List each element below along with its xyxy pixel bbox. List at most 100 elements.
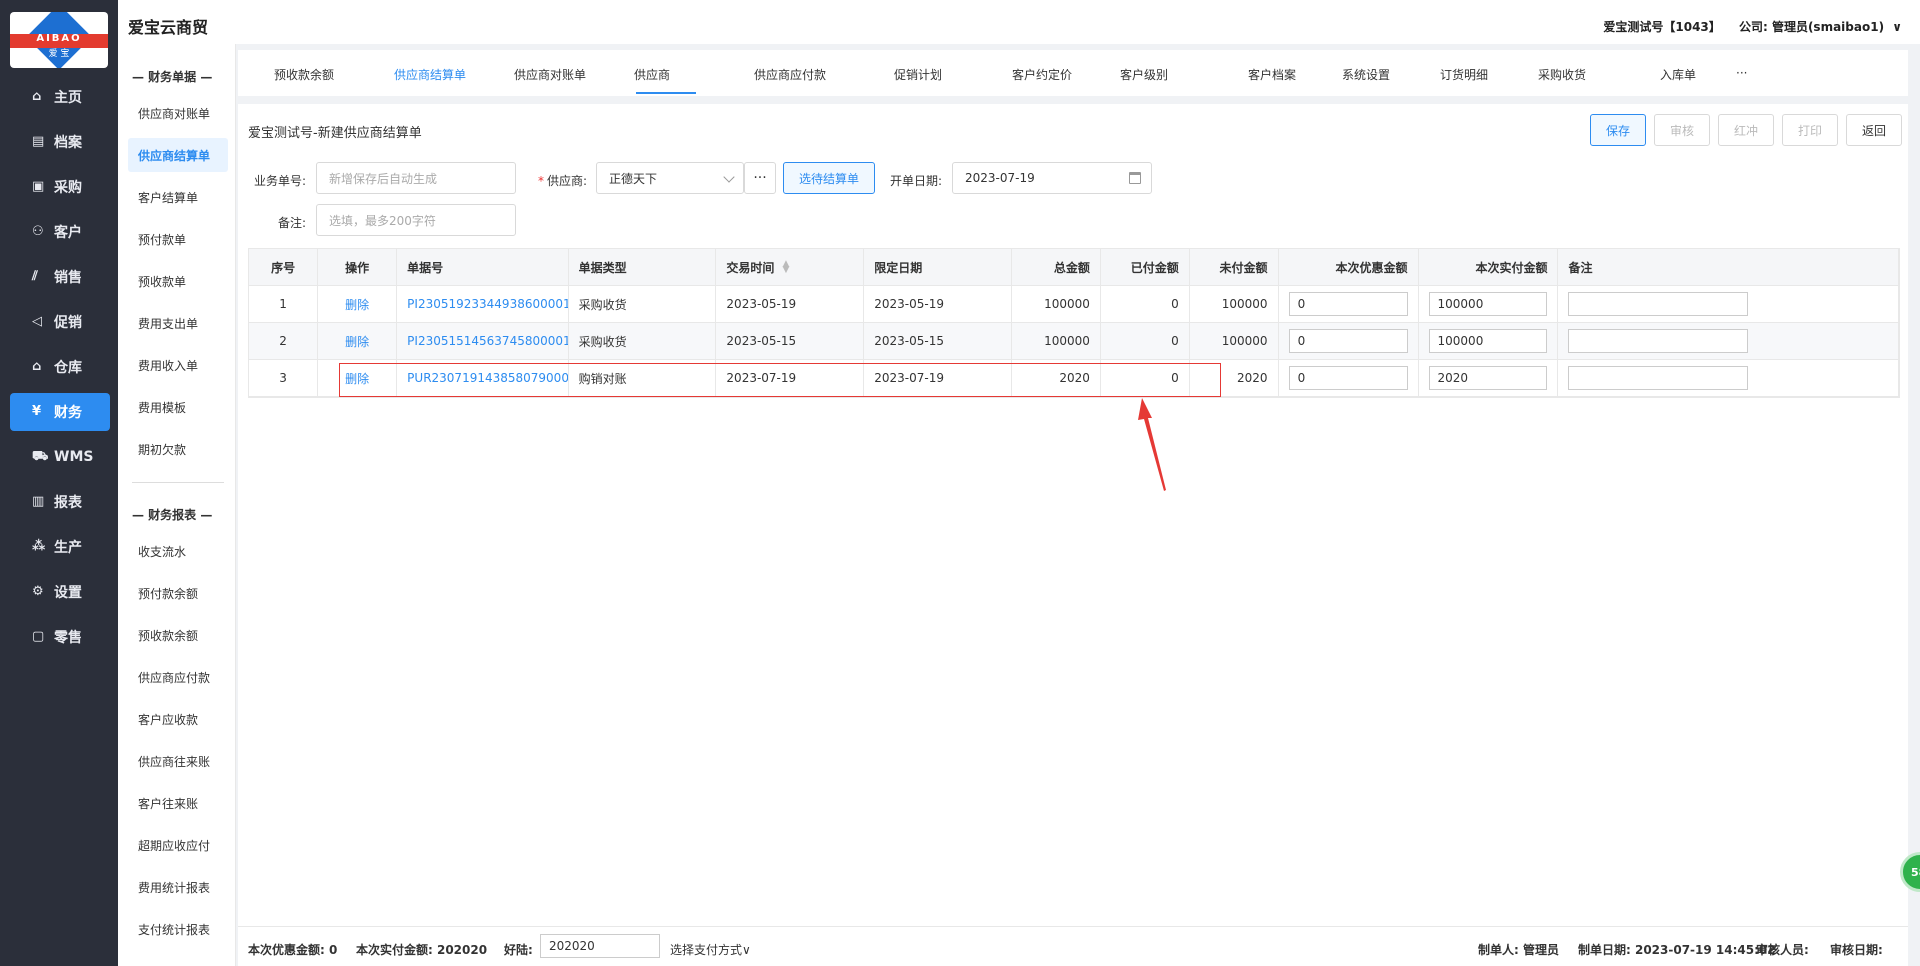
save-button[interactable]: 保存 bbox=[1590, 114, 1646, 146]
nav-item-5[interactable]: ◁ 促销 bbox=[10, 303, 110, 341]
nav-item-9[interactable]: ▥ 报表 bbox=[10, 483, 110, 521]
submenu-item-report-6[interactable]: 客户往来账 bbox=[128, 786, 228, 820]
column-header-label: 总金额 bbox=[1053, 260, 1090, 275]
submenu-item-doc-1[interactable]: 供应商结算单 bbox=[128, 138, 228, 172]
submenu-item-report-8[interactable]: 费用统计报表 bbox=[128, 870, 228, 904]
tab-12[interactable]: 入库单 bbox=[1660, 66, 1696, 83]
logo-text: AIBAO bbox=[36, 33, 82, 44]
tab-10[interactable]: 订货明细 bbox=[1440, 66, 1488, 83]
doc-no-field[interactable]: 新增保存后自动生成 bbox=[316, 162, 516, 194]
cell-text: 1 bbox=[279, 297, 287, 311]
table-cell-discount: 0 bbox=[1279, 286, 1419, 322]
remark-input[interactable] bbox=[1568, 366, 1749, 390]
discount-input[interactable]: 0 bbox=[1288, 329, 1408, 353]
select-pending-button[interactable]: 选待结算单 bbox=[783, 162, 875, 194]
table-cell-op: 删除 bbox=[318, 286, 398, 322]
nav-label: 仓库 bbox=[54, 360, 82, 376]
tab-4[interactable]: 供应商应付款 bbox=[754, 66, 826, 83]
pay-input[interactable]: 100000 bbox=[1428, 292, 1548, 316]
chevron-down-icon[interactable]: ∨ bbox=[1892, 20, 1902, 34]
table-cell-pay: 100000 bbox=[1419, 286, 1559, 322]
submenu-item-report-0[interactable]: 收支流水 bbox=[128, 534, 228, 568]
submenu-item-doc-5[interactable]: 费用支出单 bbox=[128, 306, 228, 340]
audit-button[interactable]: 审核 bbox=[1654, 114, 1710, 146]
supplier-more-button[interactable]: ··· bbox=[744, 162, 776, 194]
doc-link[interactable]: PUR23071914385807900002 bbox=[407, 371, 567, 385]
submenu-item-doc-7[interactable]: 费用模板 bbox=[128, 390, 228, 424]
pay-input[interactable]: 100000 bbox=[1428, 329, 1548, 353]
settlement-table: 序号 操作 单据号 单据类型 交易时间 ▲ ▼ 限定日期 总金额 已付金额 未付金额 本次优惠金额 本次… bbox=[248, 248, 1900, 398]
back-button[interactable]: 返回 bbox=[1846, 114, 1902, 146]
cell-text: 100000 bbox=[1044, 297, 1090, 311]
red-reverse-button[interactable]: 红冲 bbox=[1718, 114, 1774, 146]
doc-link[interactable]: PI23051923344938600001 bbox=[407, 297, 567, 311]
tab-7[interactable]: 客户级别 bbox=[1120, 66, 1168, 83]
discount-input[interactable]: 0 bbox=[1288, 292, 1408, 316]
print-button[interactable]: 打印 bbox=[1782, 114, 1838, 146]
nav-item-12[interactable]: ▢ 零售 bbox=[10, 618, 110, 656]
nav-item-6[interactable]: ⌂ 仓库 bbox=[10, 348, 110, 386]
delete-link[interactable]: 删除 bbox=[345, 370, 369, 387]
tab-3[interactable]: 供应商 bbox=[634, 66, 670, 83]
finance-icon: ¥ bbox=[32, 404, 42, 419]
submenu-item-report-3[interactable]: 供应商应付款 bbox=[128, 660, 228, 694]
supplier-select[interactable]: 正德天下 bbox=[596, 162, 744, 194]
nav-label: WMS bbox=[54, 449, 94, 465]
submenu-item-doc-2[interactable]: 客户结算单 bbox=[128, 180, 228, 214]
submenu-item-doc-0[interactable]: 供应商对账单 bbox=[128, 96, 228, 130]
remark-input[interactable] bbox=[1568, 329, 1749, 353]
table-cell-remark bbox=[1558, 360, 1899, 396]
remark-field[interactable]: 选填，最多200字符 bbox=[316, 204, 516, 236]
nav-item-10[interactable]: ⁂ 生产 bbox=[10, 528, 110, 566]
chart-icon: ⫽ bbox=[32, 269, 38, 284]
submenu-item-report-4[interactable]: 客户应收款 bbox=[128, 702, 228, 736]
sort-icon[interactable]: ▲ ▼ bbox=[782, 260, 789, 275]
doc-link[interactable]: PI23051514563745800001 bbox=[407, 334, 567, 348]
submenu-item-report-5[interactable]: 供应商往来账 bbox=[128, 744, 228, 778]
submenu-item-doc-8[interactable]: 期初欠款 bbox=[128, 432, 228, 466]
tab-2[interactable]: 供应商对账单 bbox=[514, 66, 586, 83]
user-info[interactable]: 爱宝测试号【1043】 公司: 管理员(smaibao1) ∨ bbox=[1603, 18, 1902, 35]
tab-1[interactable]: 供应商结算单 bbox=[394, 66, 466, 83]
tab-8[interactable]: 客户档案 bbox=[1248, 66, 1296, 83]
submenu-item-doc-4[interactable]: 预收款单 bbox=[128, 264, 228, 298]
pay-input[interactable]: 2020 bbox=[1428, 366, 1548, 390]
tab-11[interactable]: 采购收货 bbox=[1538, 66, 1586, 83]
discount-input[interactable]: 0 bbox=[1288, 366, 1408, 390]
pay-method-link[interactable]: 选择支付方式∨ bbox=[670, 941, 751, 958]
nav-item-8[interactable]: ⛟ WMS bbox=[10, 438, 110, 476]
delete-link[interactable]: 删除 bbox=[345, 333, 369, 350]
submenu-item-doc-6[interactable]: 费用收入单 bbox=[128, 348, 228, 382]
tab-9[interactable]: 系统设置 bbox=[1342, 66, 1390, 83]
nav-item-1[interactable]: ▤ 档案 bbox=[10, 123, 110, 161]
left-navigation: AIBAO 爱 宝 ⌂ 主页 ▤ 档案 ▣ 采购 ⚇ 客户 ⫽ 销售 ◁ 促销 ⌂ 仓库 ¥ 财务 ⛟ WMS ▥ 报… bbox=[0, 0, 118, 966]
tab-13[interactable]: ··· bbox=[1736, 66, 1747, 80]
finance-submenu: — 财务单据 — 供应商对账单 供应商结算单 客户结算单 预付款单 预收款单 费用支出单费… bbox=[118, 0, 236, 966]
nav-label: 促销 bbox=[54, 315, 82, 331]
date-field[interactable]: 2023-07-19 bbox=[952, 162, 1152, 194]
nav-item-7[interactable]: ¥ 财务 bbox=[10, 393, 110, 431]
remark-input[interactable] bbox=[1568, 292, 1749, 316]
nav-label: 报表 bbox=[54, 495, 82, 511]
table-header: 序号 操作 单据号 单据类型 交易时间 ▲ ▼ 限定日期 总金额 已付金额 未付金额 本次优惠金额 本次… bbox=[249, 249, 1899, 286]
submenu-item-report-2[interactable]: 预收款余额 bbox=[128, 618, 228, 652]
submenu-item-report-7[interactable]: 超期应收应付 bbox=[128, 828, 228, 862]
nav-item-11[interactable]: ⚙ 设置 bbox=[10, 573, 110, 611]
bank-amount-field[interactable]: 202020 bbox=[540, 934, 660, 958]
submenu-item-doc-3[interactable]: 预付款单 bbox=[128, 222, 228, 256]
nav-item-3[interactable]: ⚇ 客户 bbox=[10, 213, 110, 251]
submenu-item-report-9[interactable]: 支付统计报表 bbox=[128, 912, 228, 946]
nav-item-0[interactable]: ⌂ 主页 bbox=[10, 78, 110, 116]
tab-5[interactable]: 促销计划 bbox=[894, 66, 942, 83]
tab-6[interactable]: 客户约定价 bbox=[1012, 66, 1072, 83]
delete-link[interactable]: 删除 bbox=[345, 296, 369, 313]
tab-0[interactable]: 预收款余额 bbox=[274, 66, 334, 83]
warehouse-icon: ⌂ bbox=[32, 359, 42, 374]
calendar-icon[interactable] bbox=[1129, 172, 1141, 184]
nav-item-2[interactable]: ▣ 采购 bbox=[10, 168, 110, 206]
app-title: 爱宝云商贸 bbox=[128, 18, 209, 37]
network-icon: ⁂ bbox=[32, 539, 46, 554]
nav-item-4[interactable]: ⫽ 销售 bbox=[10, 258, 110, 296]
submenu-item-report-1[interactable]: 预付款余额 bbox=[128, 576, 228, 610]
table-cell-unpaid: 100000 bbox=[1190, 286, 1279, 322]
